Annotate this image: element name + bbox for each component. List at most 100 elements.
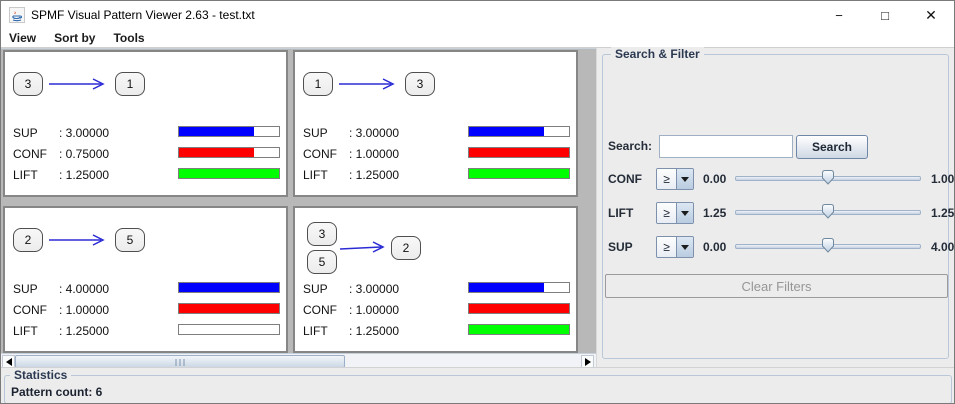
filter-min-value: 0.00 — [703, 240, 733, 254]
stat-label: LIFT — [303, 324, 349, 338]
sup-bar — [178, 126, 280, 137]
search-filter-groupbox: Search & Filter Search: Search CONF ≥ 0.… — [602, 54, 949, 359]
app-window: SPMF Visual Pattern Viewer 2.63 - test.t… — [0, 0, 955, 404]
conf-bar — [178, 303, 280, 314]
sup-row: SUP: 3.00000 — [13, 126, 285, 140]
title-bar[interactable]: SPMF Visual Pattern Viewer 2.63 - test.t… — [1, 1, 954, 29]
horizontal-scrollbar[interactable] — [1, 353, 596, 367]
stat-value: : 1.00000 — [349, 147, 399, 161]
sup-operator-combobox[interactable]: ≥ — [656, 236, 694, 258]
filter-min-value: 1.25 — [703, 206, 733, 220]
lift-bar-fill — [469, 325, 569, 334]
stat-label: SUP — [303, 282, 349, 296]
conf-bar — [468, 303, 570, 314]
slider-thumb[interactable] — [821, 203, 836, 220]
groupbox-title: Search & Filter — [611, 47, 704, 61]
lift-slider[interactable] — [735, 201, 921, 225]
sup-bar — [468, 126, 570, 137]
sup-slider[interactable] — [735, 235, 921, 259]
filter-name: CONF — [608, 172, 642, 186]
maximize-button[interactable]: □ — [862, 1, 908, 29]
pattern-viewport: 3 1 SUP: 3.00000 CONF: 0.75000 LIFT: 1.2… — [1, 48, 596, 367]
lift-row: LIFT: 1.25000 — [303, 324, 575, 338]
conf-row: CONF: 1.00000 — [303, 147, 575, 161]
operator-value: ≥ — [657, 169, 677, 189]
minimize-button[interactable]: − — [816, 1, 862, 29]
window-controls: − □ ✕ — [816, 1, 954, 29]
scroll-left-icon — [6, 358, 12, 366]
slider-thumb[interactable] — [821, 169, 836, 186]
stat-value: : 3.00000 — [349, 282, 399, 296]
pattern-card[interactable]: 3 5 2 SUP: 3.00000 CONF: 1.00000 LIFT: 1… — [293, 206, 578, 353]
conf-bar — [468, 147, 570, 158]
stat-label: SUP — [303, 126, 349, 140]
consequent-node: 1 — [115, 72, 145, 96]
rule-arrow-icon — [47, 233, 111, 247]
scroll-left-button[interactable] — [2, 355, 15, 367]
lift-row: LIFT: 1.25000 — [13, 324, 285, 338]
filter-name: LIFT — [608, 206, 633, 220]
consequent-node: 3 — [405, 72, 435, 96]
lift-row: LIFT: 1.25000 — [303, 168, 575, 182]
search-input[interactable] — [659, 135, 793, 158]
pattern-count-text: Pattern count: 6 — [11, 385, 102, 399]
stat-value: : 3.00000 — [349, 126, 399, 140]
stat-label: CONF — [13, 147, 59, 161]
sup-bar-fill — [469, 127, 544, 136]
conf-operator-combobox[interactable]: ≥ — [656, 168, 694, 190]
filter-max-value: 4.00 — [931, 240, 955, 254]
operator-value: ≥ — [657, 203, 677, 223]
filter-name: SUP — [608, 240, 633, 254]
sup-row: SUP: 3.00000 — [303, 282, 575, 296]
sup-bar-fill — [179, 127, 254, 136]
menu-sort-by[interactable]: Sort by — [54, 31, 95, 45]
pattern-card[interactable]: 2 5 SUP: 4.00000 CONF: 1.00000 LIFT: 1.2… — [3, 206, 288, 353]
maximize-icon: □ — [881, 8, 889, 23]
stat-value: : 1.00000 — [59, 303, 109, 317]
stat-value: : 4.00000 — [59, 282, 109, 296]
chevron-down-icon — [681, 211, 689, 220]
sup-bar — [178, 282, 280, 293]
combobox-arrow-button[interactable] — [677, 169, 693, 189]
lift-bar — [468, 324, 570, 335]
stat-value: : 1.25000 — [59, 324, 109, 338]
stat-value: : 0.75000 — [59, 147, 109, 161]
close-icon: ✕ — [925, 7, 937, 24]
combobox-arrow-button[interactable] — [677, 237, 693, 257]
stat-value: : 1.25000 — [349, 168, 399, 182]
conf-row: CONF: 1.00000 — [13, 303, 285, 317]
conf-bar-fill — [179, 148, 254, 157]
lift-bar-fill — [469, 169, 569, 178]
filter-min-value: 0.00 — [703, 172, 733, 186]
rule-arrow-icon — [337, 77, 401, 91]
stat-value: : 1.25000 — [349, 324, 399, 338]
lift-bar — [178, 168, 280, 179]
combobox-arrow-button[interactable] — [677, 203, 693, 223]
stat-value: : 1.00000 — [349, 303, 399, 317]
menu-tools[interactable]: Tools — [113, 31, 144, 45]
pattern-card[interactable]: 3 1 SUP: 3.00000 CONF: 0.75000 LIFT: 1.2… — [3, 50, 288, 197]
antecedent-node: 5 — [307, 250, 337, 274]
antecedent-node: 2 — [13, 228, 43, 252]
search-button[interactable]: Search — [796, 135, 868, 159]
search-filter-panel: Search & Filter Search: Search CONF ≥ 0.… — [596, 48, 955, 367]
scroll-right-button[interactable] — [581, 355, 594, 367]
lift-operator-combobox[interactable]: ≥ — [656, 202, 694, 224]
menu-view[interactable]: View — [9, 31, 36, 45]
clear-filters-button[interactable]: Clear Filters — [605, 274, 948, 298]
chevron-down-icon — [681, 245, 689, 254]
conf-bar-fill — [469, 148, 569, 157]
lift-bar — [178, 324, 280, 335]
conf-bar-fill — [469, 304, 569, 313]
lift-row: LIFT: 1.25000 — [13, 168, 285, 182]
horizontal-scrollbar-thumb[interactable] — [15, 355, 345, 367]
stat-label: SUP — [13, 282, 59, 296]
java-icon — [9, 7, 25, 23]
close-button[interactable]: ✕ — [908, 1, 954, 29]
slider-thumb[interactable] — [821, 237, 836, 254]
conf-slider[interactable] — [735, 167, 921, 191]
statistics-bar: Statistics Pattern count: 6 — [1, 367, 955, 404]
scroll-right-icon — [585, 358, 591, 366]
search-label: Search: — [608, 139, 652, 153]
pattern-card[interactable]: 1 3 SUP: 3.00000 CONF: 1.00000 LIFT: 1.2… — [293, 50, 578, 197]
